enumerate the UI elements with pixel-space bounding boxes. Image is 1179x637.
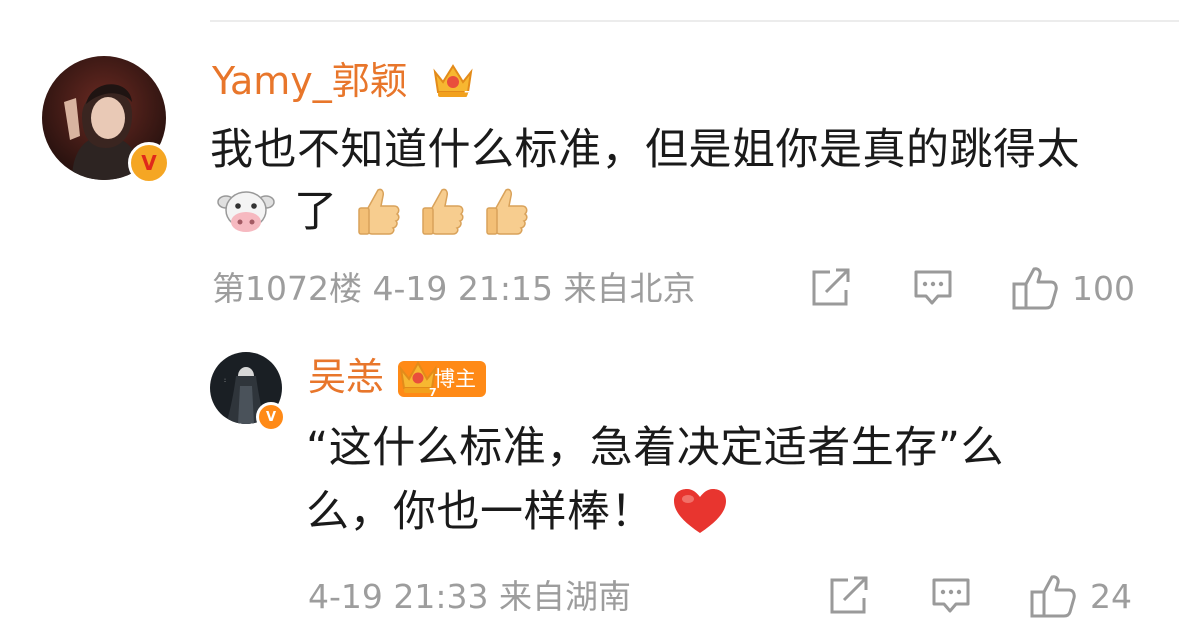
share-icon: [830, 576, 868, 614]
thumbs-up-emoji: [485, 188, 528, 235]
comment-icon: [932, 578, 970, 613]
top-divider: [210, 20, 1179, 22]
reply-meta: 4-19 21:33 来自湖南: [308, 577, 631, 616]
svg-text:7: 7: [464, 89, 472, 100]
thumbs-up-emoji: [421, 188, 464, 235]
username[interactable]: Yamy_郭颖: [212, 62, 408, 100]
comment-text-line1: 我也不知道什么标准，但是姐你是真的跳得太: [210, 125, 1080, 175]
reply-comment-button[interactable]: [930, 576, 972, 616]
comment-icon: [914, 270, 952, 305]
comment-text-line2: 了: [294, 187, 338, 237]
reply-like-button[interactable]: 24: [1030, 574, 1132, 618]
reply-text-line2: 么，你也一样棒！: [306, 487, 654, 537]
svg-text::: :: [224, 377, 226, 384]
reply-text-line1: “这什么标准，急着决定适者生存”么: [306, 423, 1005, 473]
reply-verified-badge: V: [256, 402, 286, 432]
comment-meta: 第1072楼 4-19 21:15 来自北京: [212, 269, 696, 308]
share-icon: [812, 268, 850, 306]
thumbs-up-icon: [1012, 267, 1058, 310]
verified-badge: V: [128, 142, 170, 184]
cow-face-emoji: [217, 191, 275, 232]
thumbs-up-icon: [1030, 575, 1076, 618]
reply-like-count: 24: [1090, 576, 1132, 616]
reply-username[interactable]: 吴恙: [308, 358, 384, 396]
crown-icon: 7: [433, 64, 473, 100]
reply-crown-icon: 7: [399, 360, 437, 397]
red-heart-emoji: [674, 489, 726, 533]
like-button[interactable]: 100: [1012, 266, 1135, 310]
share-button[interactable]: [810, 268, 852, 308]
like-count: 100: [1072, 268, 1135, 308]
comment-button[interactable]: [912, 268, 954, 308]
svg-text:7: 7: [429, 386, 437, 397]
reply-share-button[interactable]: [828, 576, 870, 616]
thumbs-up-emoji: [357, 188, 400, 235]
